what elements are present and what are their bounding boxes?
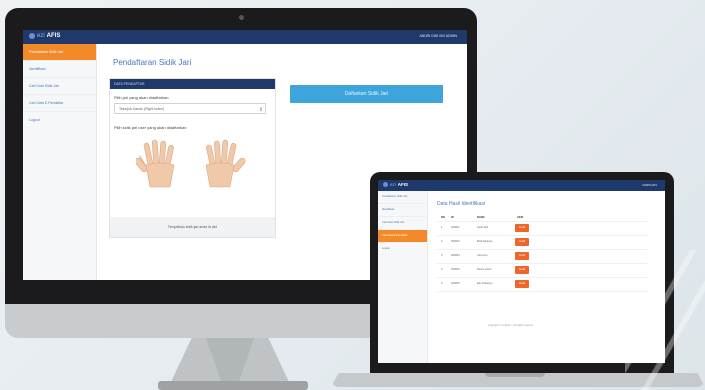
table-row: 3 000003 Citra Ayu Detail	[437, 250, 647, 264]
capture-label: Pilih sidik jari user yang akan didaftar…	[114, 125, 187, 130]
laptop-sidebar-item-logout[interactable]: Logout	[378, 243, 427, 255]
sidebar: Pendaftaran Sidik Jari Identifikasi Cari…	[23, 44, 97, 280]
finger-select-label: Pilih jari yang akan didaftarkan	[114, 95, 169, 100]
brand-name: AFIS	[46, 33, 61, 39]
cell-name: Dewi Lestari	[477, 268, 492, 271]
laptop-sidebar-item-search-fingerprint[interactable]: Cari Data Sidik Jari	[378, 217, 427, 230]
detail-button[interactable]: Detail	[515, 224, 529, 232]
results-table: NO ID NAMA AKSI 1 000001 Andri Dwi Detai…	[437, 214, 647, 292]
laptop-page-title: Data Hasil Identifikasi	[437, 201, 486, 207]
sidebar-item-identify[interactable]: Identifikasi	[23, 61, 96, 78]
enroll-card: DATA PENDAFTAR Pilih jari yang akan dida…	[109, 78, 276, 238]
col-name-header: NAMA	[477, 216, 485, 219]
cell-no: 2	[441, 240, 443, 243]
laptop-footer: Copyright © ezi AFIS — All rights reserv…	[488, 324, 533, 327]
card-header: DATA PENDAFTAR	[110, 79, 275, 89]
background-decoration	[625, 250, 705, 390]
col-no-header: NO	[441, 216, 445, 219]
monitor-stand-base	[158, 381, 308, 390]
detail-button[interactable]: Detail	[515, 280, 529, 288]
laptop-sidebar-item-search-registrant[interactable]: Cari Data E-Pendaftar	[378, 230, 427, 243]
cell-id: 000002	[451, 240, 460, 243]
cell-id: 000001	[451, 226, 460, 229]
cell-no: 4	[441, 268, 443, 271]
table-row: 4 000004 Dewi Lestari Detail	[437, 264, 647, 278]
fingerprint-logo-icon	[29, 33, 35, 39]
capture-footer: Tempelkan sidik jari anda di sini	[110, 217, 275, 237]
detail-button[interactable]: Detail	[515, 266, 529, 274]
left-hand-icon	[136, 139, 175, 188]
laptop-brand-logo[interactable]: ezi AFIS	[383, 182, 408, 187]
col-action-header: AKSI	[517, 216, 524, 219]
hands-image[interactable]	[136, 139, 246, 189]
right-hand-icon	[205, 139, 246, 188]
cell-name: Budi Santoso	[477, 240, 493, 243]
brand-logo[interactable]: ezi AFIS	[29, 33, 60, 39]
app-header: ezi AFIS ANDRI DWI 000 ADMIN	[23, 30, 467, 44]
table-header-row: NO ID NAMA AKSI	[437, 214, 647, 222]
laptop-sidebar: Pendaftaran Sidik Jari Identifikasi Cari…	[378, 191, 428, 363]
laptop-app-header: ezi AFIS ADMIN AFIS	[378, 180, 665, 191]
webcam-icon	[239, 15, 244, 20]
laptop-screen: ezi AFIS ADMIN AFIS Pendaftaran Sidik Ja…	[378, 180, 665, 363]
cell-name: Andri Dwi	[477, 226, 489, 229]
table-row: 5 000005 Eko Prasetyo Detail	[437, 278, 647, 292]
cell-id: 000003	[451, 254, 460, 257]
cell-no: 3	[441, 254, 443, 257]
cell-no: 1	[441, 226, 443, 229]
laptop-brand-prefix: ezi	[390, 182, 396, 187]
laptop-brand-name: AFIS	[397, 182, 409, 187]
sidebar-item-enroll[interactable]: Pendaftaran Sidik Jari	[23, 44, 96, 61]
cell-id: 000005	[451, 282, 460, 285]
sidebar-item-search-registrant[interactable]: Cari Data E-Pendaftar	[23, 95, 96, 112]
laptop-sidebar-item-identify[interactable]: Identifikasi	[378, 204, 427, 217]
fingerprint-logo-icon	[383, 182, 388, 187]
chevron-down-icon: ⇕	[258, 107, 263, 113]
cell-no: 5	[441, 282, 443, 285]
register-fingerprint-button[interactable]: Daftarkan Sidik Jari	[290, 85, 443, 103]
detail-button[interactable]: Detail	[515, 238, 529, 246]
table-row: 1 000001 Andri Dwi Detail	[437, 222, 647, 236]
finger-select-value: Telunjuk Kanan (Right Index)	[119, 107, 164, 111]
sidebar-item-logout[interactable]: Logout	[23, 112, 96, 128]
cell-id: 000004	[451, 268, 460, 271]
detail-button[interactable]: Detail	[515, 252, 529, 260]
user-menu[interactable]: ANDRI DWI 000 ADMIN	[419, 34, 457, 38]
brand-prefix: ezi	[37, 33, 45, 39]
table-row: 2 000002 Budi Santoso Detail	[437, 236, 647, 250]
laptop-user-menu[interactable]: ADMIN AFIS	[642, 184, 657, 187]
cell-name: Eko Prasetyo	[477, 282, 493, 285]
laptop-notch	[485, 373, 545, 377]
laptop-sidebar-item-enroll[interactable]: Pendaftaran Sidik Jari	[378, 191, 427, 204]
cell-name: Citra Ayu	[477, 254, 488, 257]
finger-select[interactable]: Telunjuk Kanan (Right Index) ⇕	[114, 103, 266, 114]
sidebar-item-search-fingerprint[interactable]: Cari Data Sidik Jari	[23, 78, 96, 95]
page-title: Pendaftaran Sidik Jari	[113, 58, 192, 67]
col-id-header: ID	[451, 216, 454, 219]
